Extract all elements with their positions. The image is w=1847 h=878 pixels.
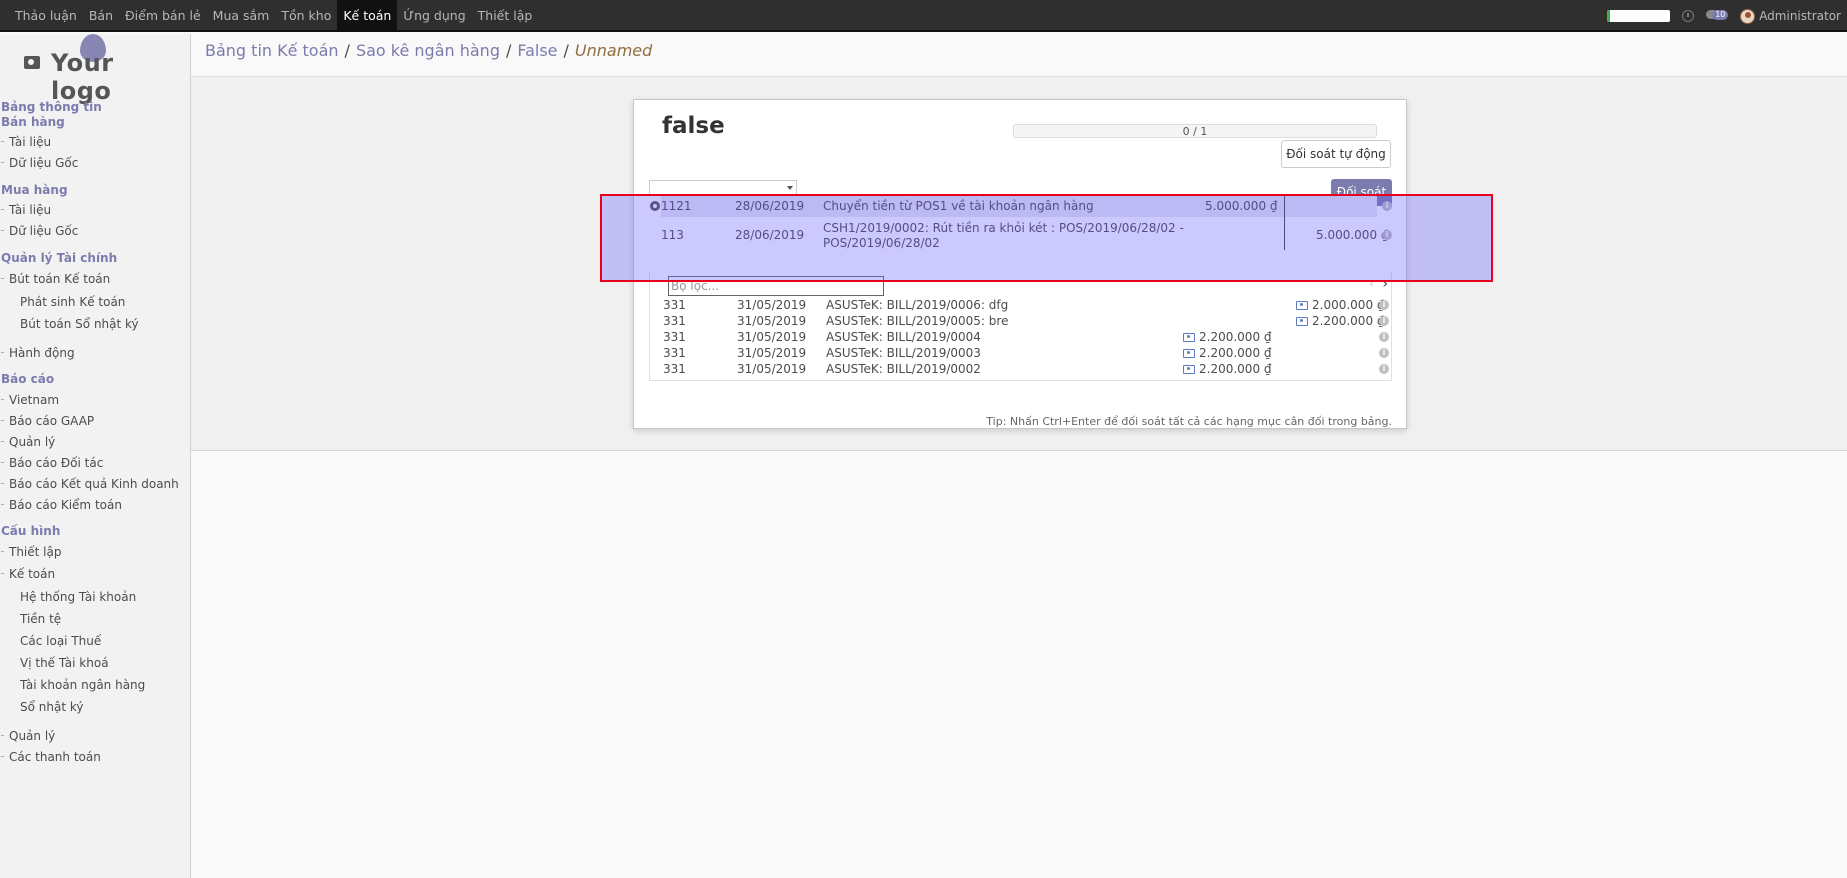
sidebar-item-partner-report[interactable]: Báo cáo Đối tác	[0, 456, 103, 470]
sidebar-item-bank-accounts[interactable]: Tài khoản ngân hàng	[20, 678, 145, 692]
sidebar-item-accounting[interactable]: Kế toán	[0, 567, 55, 581]
sidebar-item-currencies[interactable]: Tiền tệ	[20, 612, 61, 626]
menu-accounting[interactable]: Kế toán	[337, 0, 398, 32]
activity-clock-icon[interactable]	[1682, 10, 1695, 22]
menu-pos[interactable]: Điểm bán lẻ	[119, 0, 207, 32]
breadcrumb-bank-statements[interactable]: Sao kê ngân hàng	[356, 41, 500, 60]
sidebar-section-dashboard[interactable]: Bảng thông tin	[1, 100, 102, 114]
sidebar-item-journal-entries[interactable]: Bút toán Kế toán	[0, 272, 110, 286]
cash-icon	[1296, 317, 1308, 326]
breadcrumb: Bảng tin Kế toán / Sao kê ngân hàng / Fa…	[205, 41, 653, 60]
sidebar-item-management-report[interactable]: Quản lý	[0, 435, 55, 449]
info-icon[interactable]: i	[1379, 316, 1389, 326]
camera-icon	[24, 56, 40, 69]
sidebar-item-vietnam[interactable]: Vietnam	[0, 393, 59, 407]
systray: 10 Administrator	[1607, 0, 1841, 32]
sidebar-item-journals[interactable]: Sổ nhật ký	[20, 700, 83, 714]
sidebar-item-pnl-report[interactable]: Báo cáo Kết quả Kinh doanh	[1, 477, 179, 491]
sidebar-section-finance: Quản lý Tài chính	[1, 251, 118, 265]
cash-icon	[1296, 301, 1308, 310]
sidebar-item-payments[interactable]: Các thanh toán	[1, 750, 101, 764]
sidebar: Your logo Bảng thông tin Bán hàng Tài li…	[0, 34, 191, 878]
menu-settings[interactable]: Thiết lập	[472, 0, 539, 32]
sidebar-item-management[interactable]: Quản lý	[0, 729, 55, 743]
sidebar-item-journal-book[interactable]: Bút toán Sổ nhật ký	[20, 317, 139, 331]
sidebar-section-sales: Bán hàng	[1, 115, 65, 129]
sidebar-section-purchase: Mua hàng	[1, 183, 68, 197]
menu-discuss[interactable]: Thảo luận	[9, 0, 83, 32]
sidebar-section-config: Cấu hình	[1, 524, 61, 538]
sidebar-item-purchase-docs[interactable]: Tài liệu	[0, 203, 51, 217]
sidebar-item-audit-report[interactable]: Báo cáo Kiểm toán	[1, 498, 122, 512]
user-name: Administrator	[1759, 9, 1841, 23]
breadcrumb-current: Unnamed	[574, 41, 653, 60]
chat-count-badge: 10	[1712, 10, 1729, 20]
cash-icon	[1183, 349, 1195, 358]
info-icon[interactable]: i	[1379, 364, 1389, 374]
proposition-panel: Bộ lọc... ‹ › 331 31/05/2019 ASUSTeK: BIL…	[649, 273, 1392, 381]
sidebar-item-chart-of-accounts[interactable]: Hệ thống Tài khoản	[20, 590, 136, 604]
logo-text: Your logo	[51, 49, 114, 105]
user-menu[interactable]: Administrator	[1740, 8, 1841, 24]
sidebar-item-taxes[interactable]: Các loại Thuế	[20, 634, 101, 648]
sidebar-item-gaap[interactable]: Báo cáo GAAP	[0, 414, 94, 428]
chevron-down-icon	[787, 186, 793, 190]
page-title: false	[662, 113, 725, 139]
sidebar-item-fiscal-positions[interactable]: Vị thế Tài khoá	[20, 656, 109, 670]
info-icon[interactable]: i	[1379, 300, 1389, 310]
sidebar-item-sales-docs[interactable]: Tài liệu	[0, 135, 51, 149]
highlight-overlay	[600, 194, 1493, 282]
sidebar-section-reports: Báo cáo	[1, 372, 55, 386]
cash-icon	[1183, 365, 1195, 374]
sidebar-item-journal-items[interactable]: Phát sinh Kế toán	[20, 295, 125, 309]
auto-reconcile-button[interactable]: Đối soát tự động	[1281, 140, 1391, 168]
proposition-table: 331 31/05/2019 ASUSTeK: BILL/2019/0006: …	[650, 273, 1393, 381]
sidebar-item-purchase-master[interactable]: Dữ liệu Gốc	[0, 224, 78, 238]
menu-inventory[interactable]: Tồn kho	[275, 0, 337, 32]
app-menu: Thảo luận Bán Điểm bán lẻ Mua sắm Tồn kh…	[9, 0, 538, 32]
company-logo[interactable]: Your logo	[18, 34, 178, 105]
menu-apps[interactable]: Ứng dụng	[397, 0, 471, 32]
breadcrumb-accounting-dashboard[interactable]: Bảng tin Kế toán	[205, 41, 339, 60]
menu-purchase[interactable]: Mua sắm	[207, 0, 276, 32]
top-navbar: Thảo luận Bán Điểm bán lẻ Mua sắm Tồn kh…	[0, 0, 1847, 32]
loading-indicator	[1607, 10, 1671, 22]
avatar	[1740, 8, 1756, 24]
info-icon[interactable]: i	[1379, 348, 1389, 358]
cash-icon	[1183, 333, 1195, 342]
reconcile-progress: 0 / 1	[1013, 124, 1377, 138]
chat-icon[interactable]: 10	[1706, 9, 1729, 23]
sidebar-item-settings[interactable]: Thiết lập	[0, 545, 61, 559]
keyboard-tip: Tip: Nhấn Ctrl+Enter để đối soát tất cả …	[986, 415, 1392, 428]
sidebar-item-actions[interactable]: Hành động	[1, 346, 75, 360]
menu-sales[interactable]: Bán	[83, 0, 119, 32]
breadcrumb-statement[interactable]: False	[517, 41, 557, 60]
info-icon[interactable]: i	[1379, 332, 1389, 342]
sidebar-item-sales-master[interactable]: Dữ liệu Gốc	[0, 156, 78, 170]
partner-select[interactable]	[649, 180, 797, 195]
